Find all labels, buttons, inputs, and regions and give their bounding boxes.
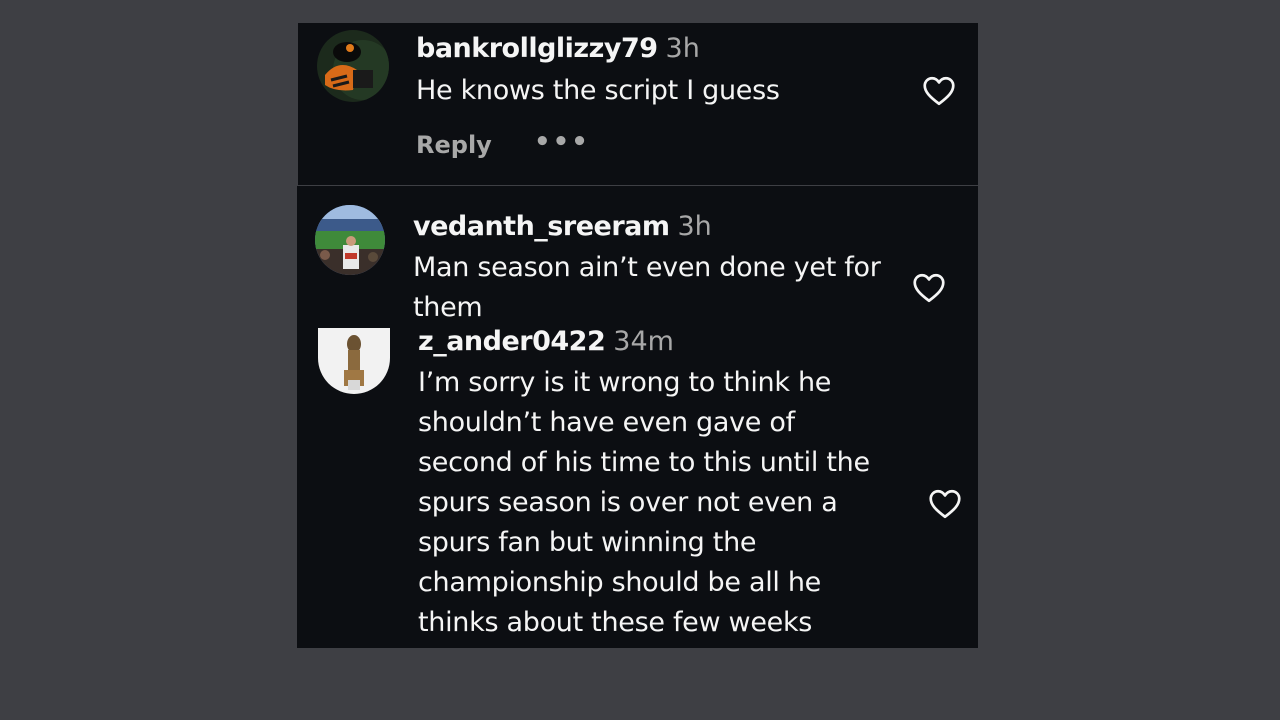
comment-line: championship should be all he <box>418 567 821 598</box>
comment-username[interactable]: bankrollglizzy79 3h <box>416 33 700 64</box>
comment-time: 3h <box>665 33 700 64</box>
comment-line: them <box>413 292 483 323</box>
avatar-photo-icon <box>315 205 385 275</box>
comment-line: second of his time to this until the <box>418 447 870 478</box>
comment-line: shouldn’t have even gave of <box>418 407 795 438</box>
heart-outline-icon[interactable] <box>920 73 958 109</box>
username-text[interactable]: vedanth_sreeram <box>413 211 670 242</box>
comment-line: spurs season is over not even a <box>418 487 838 518</box>
more-options-button[interactable]: ••• <box>534 127 590 157</box>
reply-button[interactable]: Reply <box>416 131 492 159</box>
comment-line: spurs fan but winning the <box>418 527 757 558</box>
comment-line: I’m sorry is it wrong to think he <box>418 367 832 398</box>
comment-text: He knows the script I guess <box>416 75 780 106</box>
avatar[interactable] <box>315 205 385 275</box>
comment-time: 3h <box>677 211 712 242</box>
comment-text: Man season ain’t even done yet for them <box>413 248 881 328</box>
comment-text: I’m sorry is it wrong to think he should… <box>418 363 870 643</box>
comment-card-1: bankrollglizzy79 3h He knows the script I… <box>298 23 978 185</box>
heart-outline-icon[interactable] <box>910 270 948 306</box>
username-text[interactable]: bankrollglizzy79 <box>416 33 658 64</box>
avatar-photo-icon <box>317 30 389 102</box>
username-text[interactable]: z_ander0422 <box>418 326 606 357</box>
comment-time: 34m <box>613 326 674 357</box>
comment-card-2: vedanth_sreeram 3h Man season ain’t even … <box>297 186 978 648</box>
comment-line: thinks about these few weeks <box>418 607 813 638</box>
avatar-photo-icon <box>318 328 390 394</box>
comment-username[interactable]: vedanth_sreeram 3h <box>413 211 712 242</box>
heart-outline-icon[interactable] <box>926 486 964 522</box>
avatar[interactable] <box>317 30 389 102</box>
avatar[interactable] <box>318 328 390 394</box>
comment-username[interactable]: z_ander0422 34m <box>418 326 674 357</box>
comment-line: Man season ain’t even done yet for <box>413 252 881 283</box>
